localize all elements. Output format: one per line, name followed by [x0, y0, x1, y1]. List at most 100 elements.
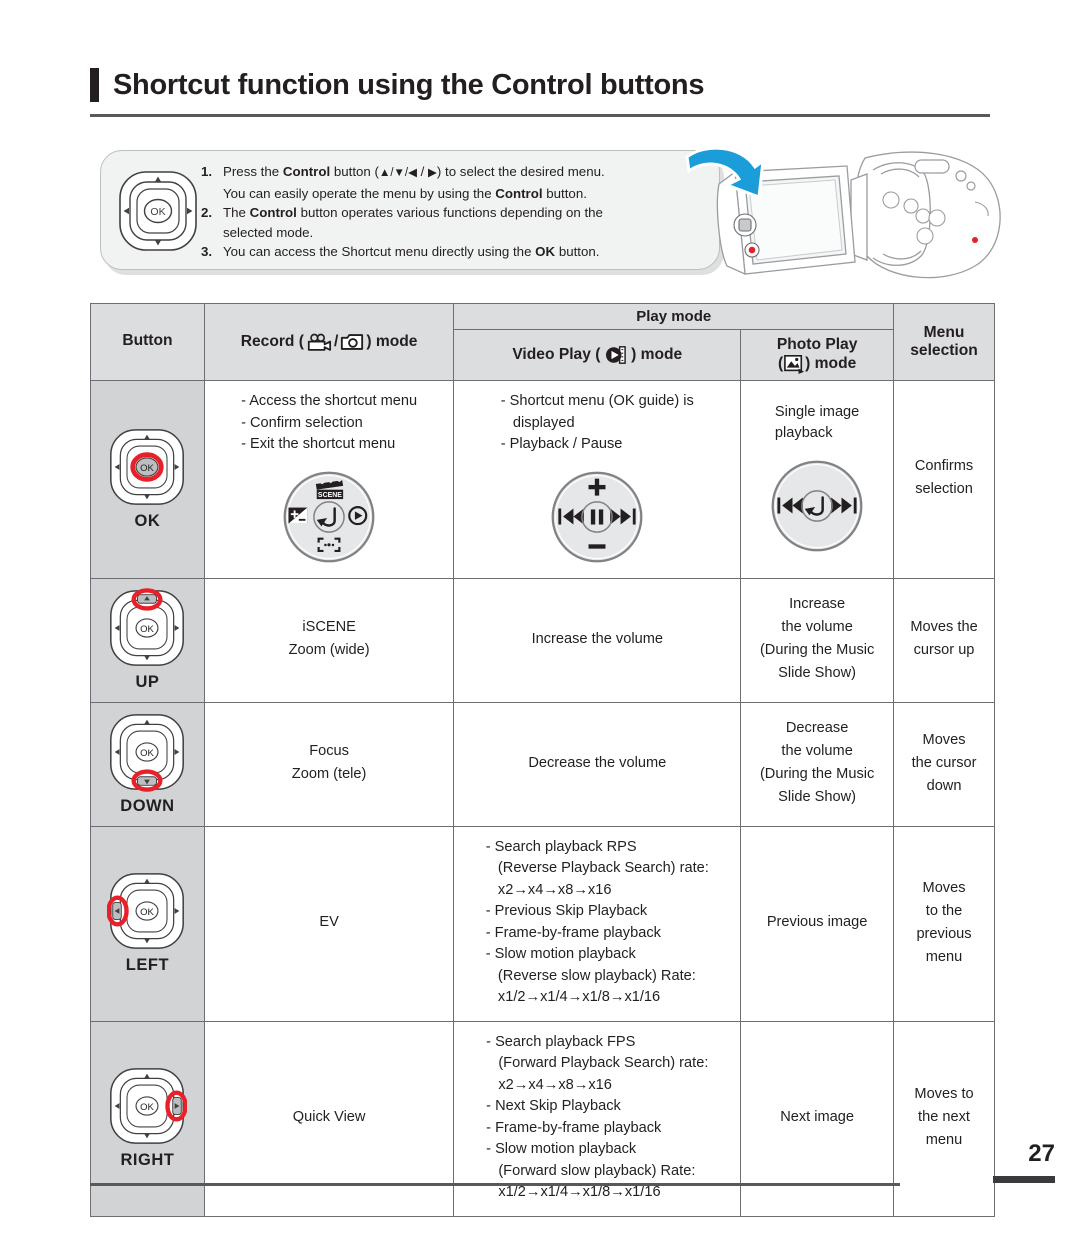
table-body: OK OK - Access the shortcut menu - Confi… — [90, 380, 995, 1217]
line: - Access the shortcut menu — [241, 393, 418, 409]
cell-ok-video-lines: - Shortcut menu (OK guide) is displayed … — [501, 391, 694, 456]
line: - Next Skip Playback — [486, 1098, 621, 1114]
cell-right-menu: Moves to the next menu — [893, 1020, 995, 1217]
control-pad-icon: OK — [117, 169, 199, 253]
line: Slide Show) — [778, 789, 857, 805]
header-photo-line1: Photo Play — [776, 336, 858, 353]
line: Moves to — [914, 1086, 974, 1102]
control-pad-up-highlighted-icon: OK — [91, 587, 204, 669]
line: (Reverse Playback Search) rate: — [485, 860, 709, 876]
info-item-2-text: The Control button operates various func… — [223, 205, 603, 240]
page-number-underline — [993, 1176, 1055, 1183]
shortcut-function-table: Button Record ( / ) mode Play mode Menu … — [90, 303, 995, 1217]
button-cell-down: OK DOWN — [90, 701, 205, 827]
header-video-prefix: Video Play ( — [512, 346, 605, 363]
info-item-2-number: 2. — [201, 205, 213, 221]
line: Slide Show) — [778, 665, 857, 681]
header-video-suffix: ) mode — [626, 346, 683, 363]
line: Decrease the volume — [528, 754, 667, 771]
line: x2→x4→x8→x16 — [485, 881, 612, 898]
line: - Previous Skip Playback — [485, 903, 648, 919]
cell-left-menu: Moves to the previous menu — [893, 825, 995, 1022]
table-header-row-1: Button Record ( / ) mode Play mode Menu … — [90, 303, 995, 381]
line: (Forward Playback Search) rate: — [486, 1055, 709, 1071]
cell-ok-video: - Shortcut menu (OK guide) is displayed … — [453, 380, 742, 579]
info-item-1-text: Press the Control button (▲/▼/◀ / ▶) to … — [223, 164, 605, 201]
header-play-mode: Play mode — [453, 303, 895, 330]
line: Zoom (wide) — [288, 642, 370, 658]
header-record-mode: Record ( / ) mode — [203, 303, 455, 381]
line: - Shortcut menu (OK guide) is — [500, 393, 694, 409]
line: - Frame-by-frame playback — [485, 924, 661, 941]
cell-left-photo: Previous image — [740, 825, 895, 1022]
cell-ok-record-lines: - Access the shortcut menu - Confirm sel… — [241, 391, 417, 456]
photo-play-icon — [783, 354, 805, 374]
header-record-slash: / — [334, 332, 339, 350]
svg-text:OK: OK — [141, 463, 155, 474]
info-item-3-number: 3. — [201, 244, 213, 260]
svg-text:OK: OK — [150, 206, 165, 218]
header-menu-line1: Menu — [923, 324, 965, 341]
record-shortcut-wheel-icon: SCENE — [215, 468, 444, 566]
cell-right-video-lines: - Search playback FPS (Forward Playback … — [486, 1032, 708, 1204]
line: Quick View — [292, 1109, 366, 1125]
table-row-right: OK RIGHT Quick View - Search playback FP… — [90, 1020, 995, 1217]
line: - Playback / Pause — [500, 436, 623, 452]
line: Moves — [922, 879, 966, 896]
line: the cursor — [911, 754, 977, 771]
line: (During the Music — [759, 642, 875, 658]
photo-camera-icon — [340, 333, 364, 351]
cell-left-record: EV — [203, 825, 455, 1022]
line: menu — [925, 948, 963, 965]
page-number: 27 — [1028, 1140, 1055, 1167]
line: x2→x4→x8→x16 — [486, 1076, 612, 1093]
line: - Search playback RPS — [485, 838, 637, 855]
button-cell-right: OK RIGHT — [90, 1020, 205, 1217]
info-item-2: 2. The Control button operates various f… — [201, 203, 711, 242]
line: Zoom (tele) — [291, 766, 367, 782]
cell-right-video: - Search playback FPS (Forward Playback … — [453, 1020, 742, 1217]
line: playback — [774, 425, 833, 442]
line: (Reverse slow playback) Rate: — [485, 967, 696, 984]
line: Increase — [789, 596, 846, 612]
button-label-ok: OK — [134, 511, 161, 530]
line: Next image — [780, 1109, 855, 1125]
table-row-left: OK LEFT EV - Search playback RPS (Revers… — [90, 825, 995, 1022]
button-cell-left: OK LEFT — [90, 825, 205, 1022]
table-header: Button Record ( / ) mode Play mode Menu … — [90, 303, 995, 381]
line: Previous image — [766, 914, 868, 930]
svg-text:SCENE: SCENE — [318, 492, 342, 499]
line: x1/2→x1/4→x1/8→x1/16 — [485, 989, 661, 1005]
line: Single image — [774, 403, 860, 420]
line: to the — [925, 902, 963, 919]
line: - Slow motion playback — [486, 1141, 637, 1157]
line: iSCENE — [302, 619, 356, 635]
footer-divider — [90, 1183, 900, 1186]
cell-up-photo: Increase the volume (During the Music Sl… — [740, 577, 895, 703]
button-cell-ok: OK OK — [90, 380, 205, 579]
cell-down-record: Focus Zoom (tele) — [203, 701, 455, 827]
line: down — [926, 777, 962, 794]
video-camera-icon — [306, 333, 332, 352]
line: Confirms — [914, 458, 974, 475]
line: the next — [918, 1109, 970, 1125]
control-pad-down-highlighted-icon: OK — [91, 711, 204, 793]
header-menu-line2: selection — [910, 342, 978, 359]
title-divider — [90, 114, 990, 117]
button-label-up: UP — [135, 672, 160, 691]
line: displayed — [500, 414, 575, 431]
page-header: Shortcut function using the Control butt… — [90, 68, 990, 117]
cell-left-video: - Search playback RPS (Reverse Playback … — [453, 825, 742, 1022]
cell-right-record: Quick View — [203, 1020, 455, 1217]
header-button: Button — [90, 303, 205, 381]
line: (Forward slow playback) Rate: — [486, 1162, 696, 1179]
control-pad-ok-highlighted-icon: OK — [91, 426, 204, 508]
header-record-prefix: Record ( — [240, 332, 304, 350]
table-row-up: OK UP iSCENE Zoom (wide) Increase the vo… — [90, 577, 995, 703]
cell-down-video: Decrease the volume — [453, 701, 742, 827]
svg-text:OK: OK — [141, 747, 155, 758]
table-row-ok: OK OK - Access the shortcut menu - Confi… — [90, 380, 995, 579]
video-play-icon — [605, 345, 627, 365]
control-pad-left-highlighted-icon: OK — [91, 870, 204, 952]
cell-up-menu: Moves the cursor up — [893, 577, 995, 703]
